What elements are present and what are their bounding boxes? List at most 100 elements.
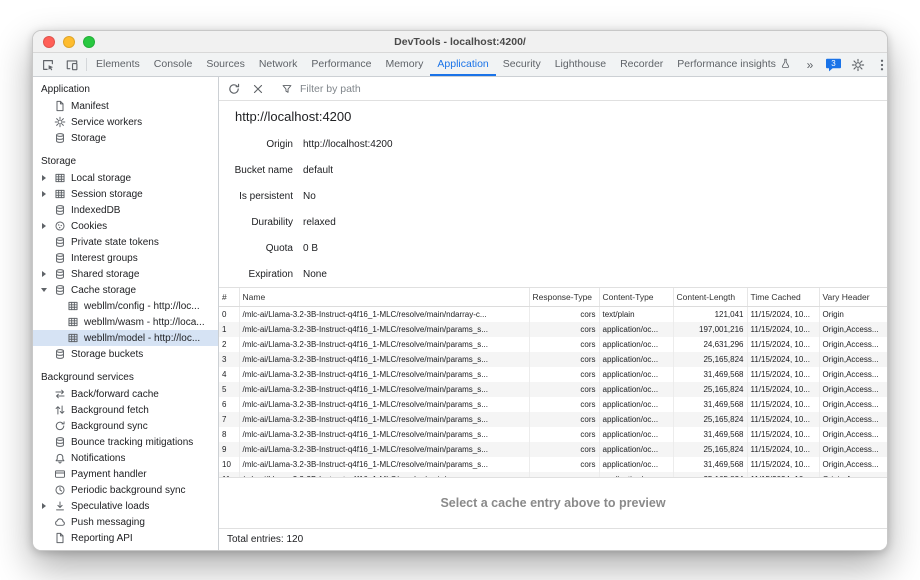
filter-input[interactable] xyxy=(298,82,883,96)
chevron-right-icon[interactable] xyxy=(40,222,48,230)
table-row[interactable]: 9/mlc-ai/Llama-3.2-3B-Instruct-q4f16_1-M… xyxy=(219,442,887,457)
column-header-content-length[interactable]: Content-Length xyxy=(673,288,747,306)
cell-content-type: text/plain xyxy=(599,306,673,322)
tab-performance[interactable]: Performance xyxy=(304,53,378,76)
column-header-time-cached[interactable]: Time Cached xyxy=(747,288,819,306)
column-header-vary-header[interactable]: Vary Header xyxy=(819,288,887,306)
tab-sources[interactable]: Sources xyxy=(199,53,252,76)
table-row[interactable]: 2/mlc-ai/Llama-3.2-3B-Instruct-q4f16_1-M… xyxy=(219,337,887,352)
sidebar-item-interest-groups[interactable]: Interest groups xyxy=(33,250,218,266)
sidebar-item-session-storage[interactable]: Session storage xyxy=(33,186,218,202)
device-toolbar-button[interactable] xyxy=(60,53,84,76)
sidebar-item-background-sync[interactable]: Background sync xyxy=(33,418,218,434)
more-options-button[interactable] xyxy=(870,53,888,76)
sidebar-item-background-fetch[interactable]: Background fetch xyxy=(33,402,218,418)
sidebar-item-label: Cache storage xyxy=(71,285,136,296)
sidebar-item-label: webllm/config - http://loc... xyxy=(84,301,200,312)
cell-vary-header: Origin,Access... xyxy=(819,442,887,457)
tab-recorder[interactable]: Recorder xyxy=(613,53,670,76)
cell-content-type: application/oc... xyxy=(599,412,673,427)
svg-text:3: 3 xyxy=(832,58,837,67)
sidebar-section-storage: Storage xyxy=(33,154,218,170)
inspect-element-button[interactable] xyxy=(36,53,60,76)
cell-response-type: cors xyxy=(529,412,599,427)
table-row[interactable]: 4/mlc-ai/Llama-3.2-3B-Instruct-q4f16_1-M… xyxy=(219,367,887,382)
cell-content-type: application/oc... xyxy=(599,442,673,457)
column-header-name[interactable]: Name xyxy=(239,288,529,306)
tab-lighthouse[interactable]: Lighthouse xyxy=(548,53,613,76)
tab-memory[interactable]: Memory xyxy=(378,53,430,76)
table-row[interactable]: 3/mlc-ai/Llama-3.2-3B-Instruct-q4f16_1-M… xyxy=(219,352,887,367)
sidebar-item-webllm-wasm[interactable]: webllm/wasm - http://loca... xyxy=(33,314,218,330)
sidebar-item-manifest[interactable]: Manifest xyxy=(33,98,218,114)
sidebar-item-cache-storage[interactable]: Cache storage xyxy=(33,282,218,298)
cell-content-length: 31,469,568 xyxy=(673,397,747,412)
sidebar-item-storage-buckets[interactable]: Storage buckets xyxy=(33,346,218,362)
table-row[interactable]: 5/mlc-ai/Llama-3.2-3B-Instruct-q4f16_1-M… xyxy=(219,382,887,397)
sidebar-item-speculative-loads[interactable]: Speculative loads xyxy=(33,498,218,514)
chevron-right-icon[interactable] xyxy=(40,502,48,510)
chevron-down-icon[interactable] xyxy=(40,286,48,294)
cell-name: /mlc-ai/Llama-3.2-3B-Instruct-q4f16_1-ML… xyxy=(239,427,529,442)
table-row[interactable]: 8/mlc-ai/Llama-3.2-3B-Instruct-q4f16_1-M… xyxy=(219,427,887,442)
column-header-response-type[interactable]: Response-Type xyxy=(529,288,599,306)
sidebar-item-label: Back/forward cache xyxy=(71,389,159,400)
cell-time-cached: 11/15/2024, 10... xyxy=(747,442,819,457)
sidebar-item-indexeddb[interactable]: IndexedDB xyxy=(33,202,218,218)
zoom-window-button[interactable] xyxy=(83,36,95,48)
refresh-button[interactable] xyxy=(223,78,245,100)
cell-response-type: cors xyxy=(529,367,599,382)
tab-console[interactable]: Console xyxy=(147,53,200,76)
issues-badge[interactable]: 3 xyxy=(822,53,846,76)
cell-content-type: application/oc... xyxy=(599,457,673,472)
sidebar-item-private-state-tokens[interactable]: Private state tokens xyxy=(33,234,218,250)
tab-application[interactable]: Application xyxy=(430,53,495,76)
meta-label: Bucket name xyxy=(227,165,293,176)
sidebar-item-notifications[interactable]: Notifications xyxy=(33,450,218,466)
tab-security[interactable]: Security xyxy=(496,53,548,76)
sync-icon xyxy=(54,420,66,432)
tab-performance-insights[interactable]: Performance insights xyxy=(670,53,798,76)
sidebar-item-periodic-background-sync[interactable]: Periodic background sync xyxy=(33,482,218,498)
sidebar-item-webllm-model[interactable]: webllm/model - http://loc... xyxy=(33,330,218,346)
sidebar-item-push-messaging[interactable]: Push messaging xyxy=(33,514,218,530)
column-header-number[interactable]: # xyxy=(219,288,239,306)
delete-entry-button[interactable] xyxy=(247,78,269,100)
cell-vary-header: Origin,Access... xyxy=(819,382,887,397)
settings-button[interactable] xyxy=(846,53,870,76)
sidebar-item-cookies[interactable]: Cookies xyxy=(33,218,218,234)
cell-num: 9 xyxy=(219,442,239,457)
column-header-content-type[interactable]: Content-Type xyxy=(599,288,673,306)
sidebar-item-storage[interactable]: Storage xyxy=(33,130,218,146)
chevron-right-icon[interactable] xyxy=(40,174,48,182)
meta-label: Quota xyxy=(227,243,293,254)
cell-content-type: application/oc... xyxy=(599,352,673,367)
sidebar-item-shared-storage[interactable]: Shared storage xyxy=(33,266,218,282)
sidebar-item-webllm-config[interactable]: webllm/config - http://loc... xyxy=(33,298,218,314)
cache-origin-title: http://localhost:4200 xyxy=(235,109,887,124)
cell-num: 7 xyxy=(219,412,239,427)
sidebar-item-service-workers[interactable]: Service workers xyxy=(33,114,218,130)
chevron-right-icon[interactable] xyxy=(40,190,48,198)
cell-vary-header: Origin,Access... xyxy=(819,337,887,352)
table-row[interactable]: 7/mlc-ai/Llama-3.2-3B-Instruct-q4f16_1-M… xyxy=(219,412,887,427)
chevron-right-icon[interactable] xyxy=(40,270,48,278)
table-row[interactable]: 0/mlc-ai/Llama-3.2-3B-Instruct-q4f16_1-M… xyxy=(219,306,887,322)
sidebar-item-reporting-api[interactable]: Reporting API xyxy=(33,530,218,546)
sidebar-item-bounce-tracking-mitigations[interactable]: Bounce tracking mitigations xyxy=(33,434,218,450)
tab-elements[interactable]: Elements xyxy=(89,53,147,76)
close-window-button[interactable] xyxy=(43,36,55,48)
tab-network[interactable]: Network xyxy=(252,53,305,76)
more-tabs-button[interactable]: » xyxy=(798,53,822,76)
database-icon xyxy=(54,436,66,448)
sidebar-item-payment-handler[interactable]: Payment handler xyxy=(33,466,218,482)
table-row[interactable]: 1/mlc-ai/Llama-3.2-3B-Instruct-q4f16_1-M… xyxy=(219,322,887,337)
cell-time-cached: 11/15/2024, 10... xyxy=(747,352,819,367)
sidebar-item-local-storage[interactable]: Local storage xyxy=(33,170,218,186)
table-row[interactable]: 6/mlc-ai/Llama-3.2-3B-Instruct-q4f16_1-M… xyxy=(219,397,887,412)
sidebar-item-label: Push messaging xyxy=(71,517,145,528)
minimize-window-button[interactable] xyxy=(63,36,75,48)
table-row[interactable]: 10/mlc-ai/Llama-3.2-3B-Instruct-q4f16_1-… xyxy=(219,457,887,472)
sidebar-item-back-forward-cache[interactable]: Back/forward cache xyxy=(33,386,218,402)
database-icon xyxy=(54,284,66,296)
